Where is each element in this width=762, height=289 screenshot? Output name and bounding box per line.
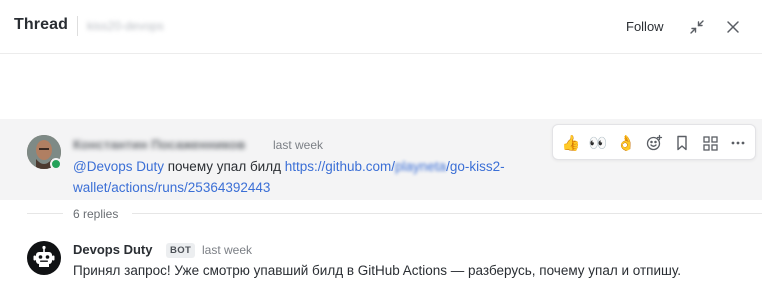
follow-button[interactable]: Follow (626, 19, 664, 34)
bookmark-icon[interactable] (671, 132, 693, 154)
message-text-line2: wallet/actions/runs/25364392443 (73, 177, 270, 198)
replies-count: 6 replies (73, 207, 119, 221)
bot-badge: BOT (166, 243, 196, 258)
message-author[interactable]: Константин Посаженников (73, 137, 245, 152)
reaction-thumbs-up[interactable]: 👍 (560, 132, 582, 154)
bot-avatar[interactable] (27, 241, 61, 275)
github-link-org[interactable]: playneta (395, 159, 446, 174)
reply-text: Принял запрос! Уже смотрю упавший билд в… (73, 263, 681, 278)
thread-title: Thread (14, 16, 68, 33)
github-link-path[interactable]: wallet/actions/runs/25364392443 (73, 180, 270, 195)
message-text: @Devops Duty почему упал билд https://gi… (73, 156, 553, 177)
more-icon[interactable] (727, 132, 749, 154)
replies-divider-right (132, 213, 762, 214)
mention-link[interactable]: @Devops Duty (73, 159, 164, 174)
reply-timestamp[interactable]: last week (202, 243, 252, 257)
github-link-repo[interactable]: /go-kiss2- (446, 159, 505, 174)
collapse-icon[interactable] (688, 18, 706, 36)
header-divider (77, 16, 78, 36)
message-actions-toolbar: 👍 👀 👌 (552, 124, 756, 160)
replies-divider-left (27, 213, 63, 214)
apps-icon[interactable] (699, 132, 721, 154)
add-reaction-icon[interactable] (643, 132, 665, 154)
reaction-ok-hand[interactable]: 👌 (615, 132, 637, 154)
thread-header: Thread kiss20-devops Follow (0, 0, 762, 54)
message-body: почему упал билд (164, 159, 285, 174)
channel-name[interactable]: kiss20-devops (87, 19, 164, 33)
message-timestamp[interactable]: last week (273, 138, 323, 152)
reaction-eyes[interactable]: 👀 (587, 132, 609, 154)
online-status-badge (50, 158, 62, 170)
github-link[interactable]: https://github.com/ (285, 159, 395, 174)
close-icon[interactable] (724, 18, 742, 36)
reply-author[interactable]: Devops Duty (73, 242, 152, 257)
